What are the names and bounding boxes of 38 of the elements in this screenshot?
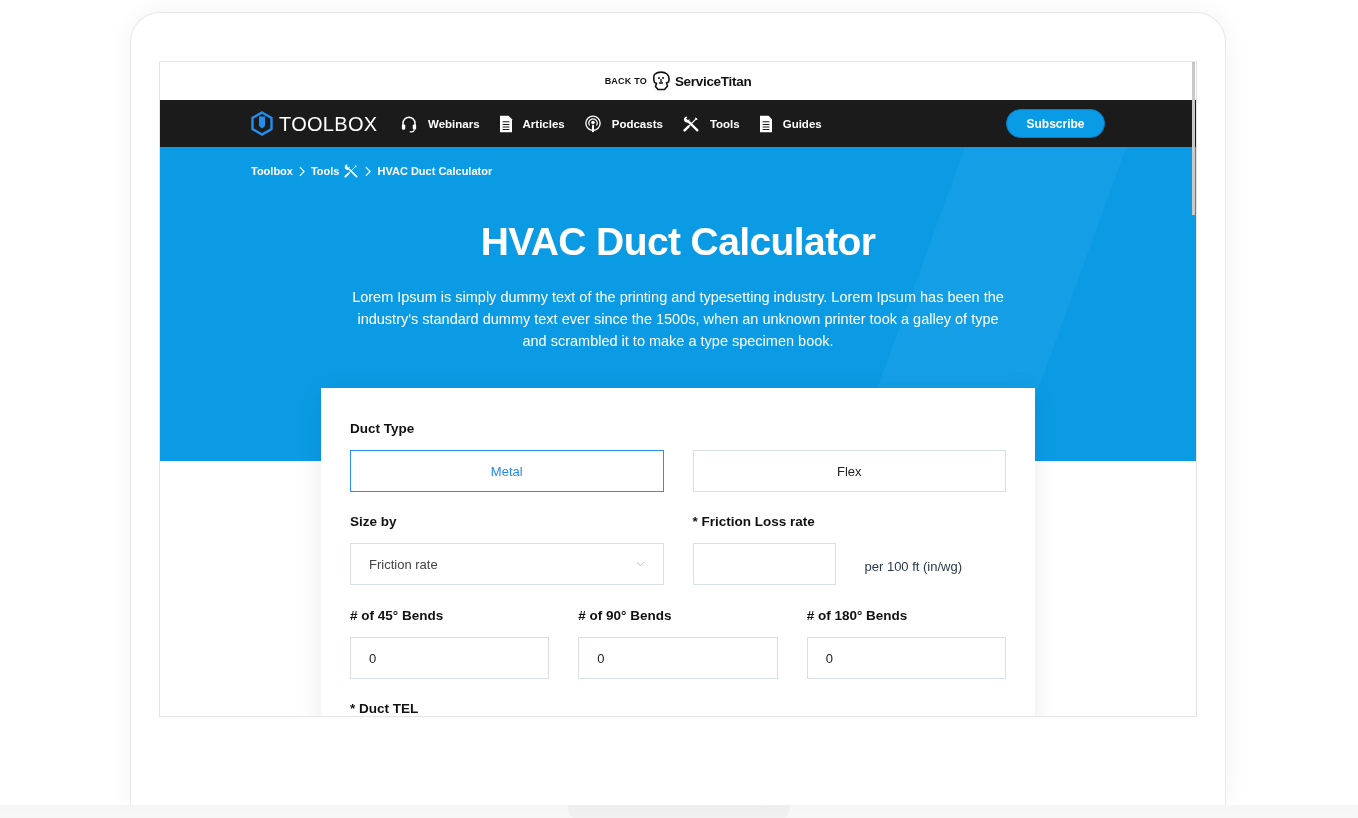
bends-input[interactable]: 0 bbox=[350, 637, 550, 679]
wrench-screwdriver-icon bbox=[343, 163, 360, 179]
unit-text: per 100 ft (in/wg) bbox=[864, 558, 963, 574]
field-label: Size by bbox=[350, 513, 398, 531]
nav-link[interactable]: Articles bbox=[498, 114, 565, 133]
field-label: * Friction Loss rate bbox=[692, 513, 816, 531]
headset-icon bbox=[400, 114, 418, 133]
duct-type-option[interactable]: Flex bbox=[692, 450, 1006, 492]
bends-input[interactable]: 0 bbox=[578, 637, 778, 679]
document-icon bbox=[758, 114, 773, 133]
bends-input[interactable]: 0 bbox=[806, 637, 1006, 679]
field-label: Duct Type bbox=[350, 420, 416, 438]
nav-link[interactable]: Tools bbox=[681, 114, 740, 133]
logo-text[interactable]: TOOLBOX bbox=[279, 111, 378, 136]
chevron-right-icon bbox=[298, 165, 305, 177]
nav-link[interactable]: Podcasts bbox=[583, 114, 663, 133]
duct-type-option[interactable]: Metal bbox=[350, 450, 664, 492]
podcast-icon bbox=[583, 114, 602, 133]
breadcrumb-current: HVAC Duct Calculator bbox=[377, 164, 493, 178]
hexagon-logo-icon[interactable] bbox=[251, 111, 273, 136]
page-description: Lorem Ipsum is simply dummy text of the printing and typesetting industry. Lorem Ipsum has been the industry's standard dummy text ever since the 1500s, when an unknown printer took a galley of type and scrambled it to make a type specimen book. bbox=[351, 288, 1005, 351]
nav-link[interactable]: Webinars bbox=[400, 114, 480, 133]
wrench-screwdriver-icon bbox=[681, 114, 700, 133]
field-label: # of 45° Bends bbox=[350, 607, 445, 625]
document-icon bbox=[498, 114, 513, 133]
scrollbar-thumb[interactable] bbox=[1192, 62, 1195, 215]
page-title: HVAC Duct Calculator bbox=[479, 219, 877, 265]
nav-link[interactable]: Guides bbox=[758, 114, 822, 133]
field-label: * Duct TEL bbox=[350, 702, 420, 716]
friction-loss-input[interactable] bbox=[692, 543, 836, 585]
size-by-dropdown[interactable]: Friction rate bbox=[350, 543, 664, 585]
chevron-right-icon bbox=[365, 165, 372, 177]
chevron-down-icon bbox=[635, 561, 645, 567]
back-to-link[interactable]: BACK TO bbox=[604, 76, 647, 86]
head-logo-icon[interactable] bbox=[650, 71, 671, 91]
field-label: # of 90° Bends bbox=[578, 607, 673, 625]
brand-logo-text[interactable]: ServiceTitan bbox=[674, 73, 752, 89]
field-label: # of 180° Bends bbox=[806, 607, 909, 625]
